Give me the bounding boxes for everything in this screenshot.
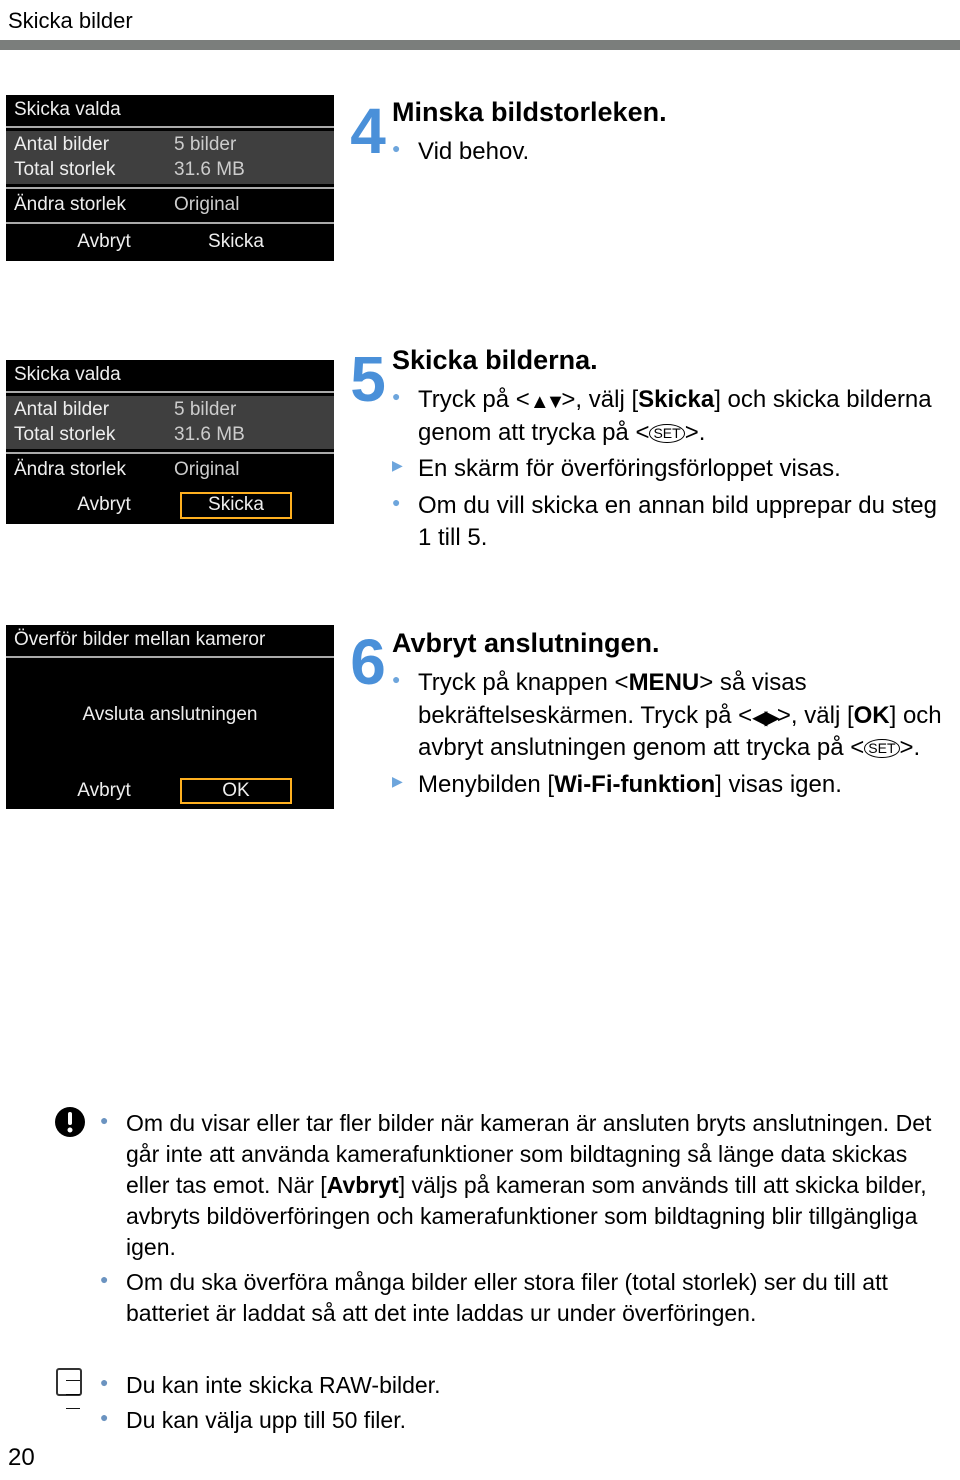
cam-size-value: 31.6 MB: [174, 159, 326, 182]
leftright-icon: ◀▶: [752, 705, 777, 732]
cam-cancel-button[interactable]: Avbryt: [49, 779, 159, 804]
note-bullet: Du kan inte skicka RAW-bilder.: [100, 1370, 940, 1401]
warning-bullet: Om du ska överföra många bilder eller st…: [100, 1267, 940, 1329]
step-title: Skicka bilderna.: [392, 342, 944, 378]
cam-ok-button-selected[interactable]: OK: [181, 779, 291, 804]
updown-icon: ▲▼: [530, 389, 562, 416]
step-number: 5: [344, 336, 392, 422]
cam-size-label: Total storlek: [14, 159, 174, 182]
cam-row: Total storlek 31.6 MB: [6, 158, 334, 183]
step-bullet: Vid behov.: [392, 136, 944, 168]
cam-resize-value: Original: [174, 459, 326, 482]
text-fragment: Tryck på <: [418, 386, 530, 413]
step-title: Minska bildstorleken.: [392, 94, 944, 130]
cam-row: Total storlek 31.6 MB: [6, 423, 334, 448]
camera-screen-send-selected-top: Skicka valda Antal bilder 5 bilder Total…: [6, 95, 334, 261]
cam-cancel-button[interactable]: Avbryt: [49, 230, 159, 255]
set-icon: SET: [864, 739, 899, 758]
bold-label: Wi-Fi-funktion: [554, 771, 715, 798]
cam-title: Skicka valda: [6, 360, 334, 391]
bold-label: Avbryt: [327, 1172, 399, 1198]
cam-size-value: 31.6 MB: [174, 424, 326, 447]
cam-resize-value: Original: [174, 194, 326, 217]
cam-title: Överför bilder mellan kameror: [6, 625, 334, 656]
cam-cancel-button[interactable]: Avbryt: [49, 493, 159, 518]
step-title: Avbryt anslutningen.: [392, 625, 944, 661]
warning-icon: [54, 1106, 86, 1138]
text-fragment: ] visas igen.: [715, 771, 842, 798]
divider: [6, 391, 334, 393]
step-4: 4 Minska bildstorleken. Vid behov.: [344, 94, 944, 324]
note-bullet: Du kan välja upp till 50 filer.: [100, 1405, 940, 1436]
cam-count-label: Antal bilder: [14, 134, 174, 157]
cam-count-label: Antal bilder: [14, 399, 174, 422]
text-fragment: >.: [900, 734, 921, 761]
menu-icon: MENU: [629, 669, 700, 696]
divider: [6, 126, 334, 128]
cam-count-value: 5 bilder: [174, 399, 326, 422]
step-bullet: Tryck på knappen <MENU> så visas bekräft…: [392, 667, 944, 764]
text-fragment: Menybilden [: [418, 771, 554, 798]
camera-screen-send-selected-confirm: Skicka valda Antal bilder 5 bilder Total…: [6, 360, 334, 524]
step-number: 4: [344, 88, 392, 174]
page-number: 20: [8, 1444, 35, 1472]
text-fragment: Tryck på knappen <: [418, 669, 629, 696]
cam-row: Antal bilder 5 bilder: [6, 398, 334, 423]
cam-button-row: Avbryt Skicka: [6, 487, 334, 524]
note-icon: — — —: [56, 1368, 82, 1396]
cam-row: Ändra storlek Original: [6, 189, 334, 222]
cam-size-label: Total storlek: [14, 424, 174, 447]
header-rule: [0, 40, 960, 50]
cam-row: Ändra storlek Original: [6, 454, 334, 487]
camera-screen-end-connection: Överför bilder mellan kameror Avsluta an…: [6, 625, 334, 809]
note-block: Du kan inte skicka RAW-bilder. Du kan vä…: [100, 1370, 940, 1440]
running-header: Skicka bilder: [8, 8, 133, 34]
set-icon: SET: [649, 424, 684, 443]
cam-count-value: 5 bilder: [174, 134, 326, 157]
bold-label: Skicka: [638, 386, 714, 413]
step-result: En skärm för överföringsförloppet visas.: [392, 453, 944, 485]
text-fragment: >, välj [: [777, 702, 854, 729]
step-bullet: Om du vill skicka en annan bild upprepar…: [392, 490, 944, 555]
step-number: 6: [344, 619, 392, 705]
bold-label: OK: [854, 702, 890, 729]
cam-resize-label: Ändra storlek: [14, 459, 174, 482]
step-6: 6 Avbryt anslutningen. Tryck på knappen …: [344, 625, 944, 801]
cam-send-button-selected[interactable]: Skicka: [181, 493, 291, 518]
cam-resize-label: Ändra storlek: [14, 194, 174, 217]
step-5: 5 Skicka bilderna. Tryck på <▲▼>, välj […: [344, 342, 944, 607]
step-result: Menybilden [Wi-Fi-funktion] visas igen.: [392, 769, 944, 801]
text-fragment: >.: [685, 419, 706, 446]
cam-button-row: Avbryt OK: [6, 773, 334, 810]
step-bullet: Tryck på <▲▼>, välj [Skicka] och skicka …: [392, 384, 944, 449]
cam-button-row: Avbryt Skicka: [6, 224, 334, 261]
cam-send-button[interactable]: Skicka: [181, 230, 291, 255]
warning-block: Om du visar eller tar fler bilder när ka…: [100, 1108, 940, 1333]
warning-bullet: Om du visar eller tar fler bilder när ka…: [100, 1108, 940, 1263]
text-fragment: >, välj [: [561, 386, 638, 413]
cam-title: Skicka valda: [6, 95, 334, 126]
cam-row: Antal bilder 5 bilder: [6, 133, 334, 158]
steps-column: 4 Minska bildstorleken. Vid behov. 5 Ski…: [344, 94, 944, 819]
cam-end-connection-label: Avsluta anslutningen: [6, 702, 334, 729]
